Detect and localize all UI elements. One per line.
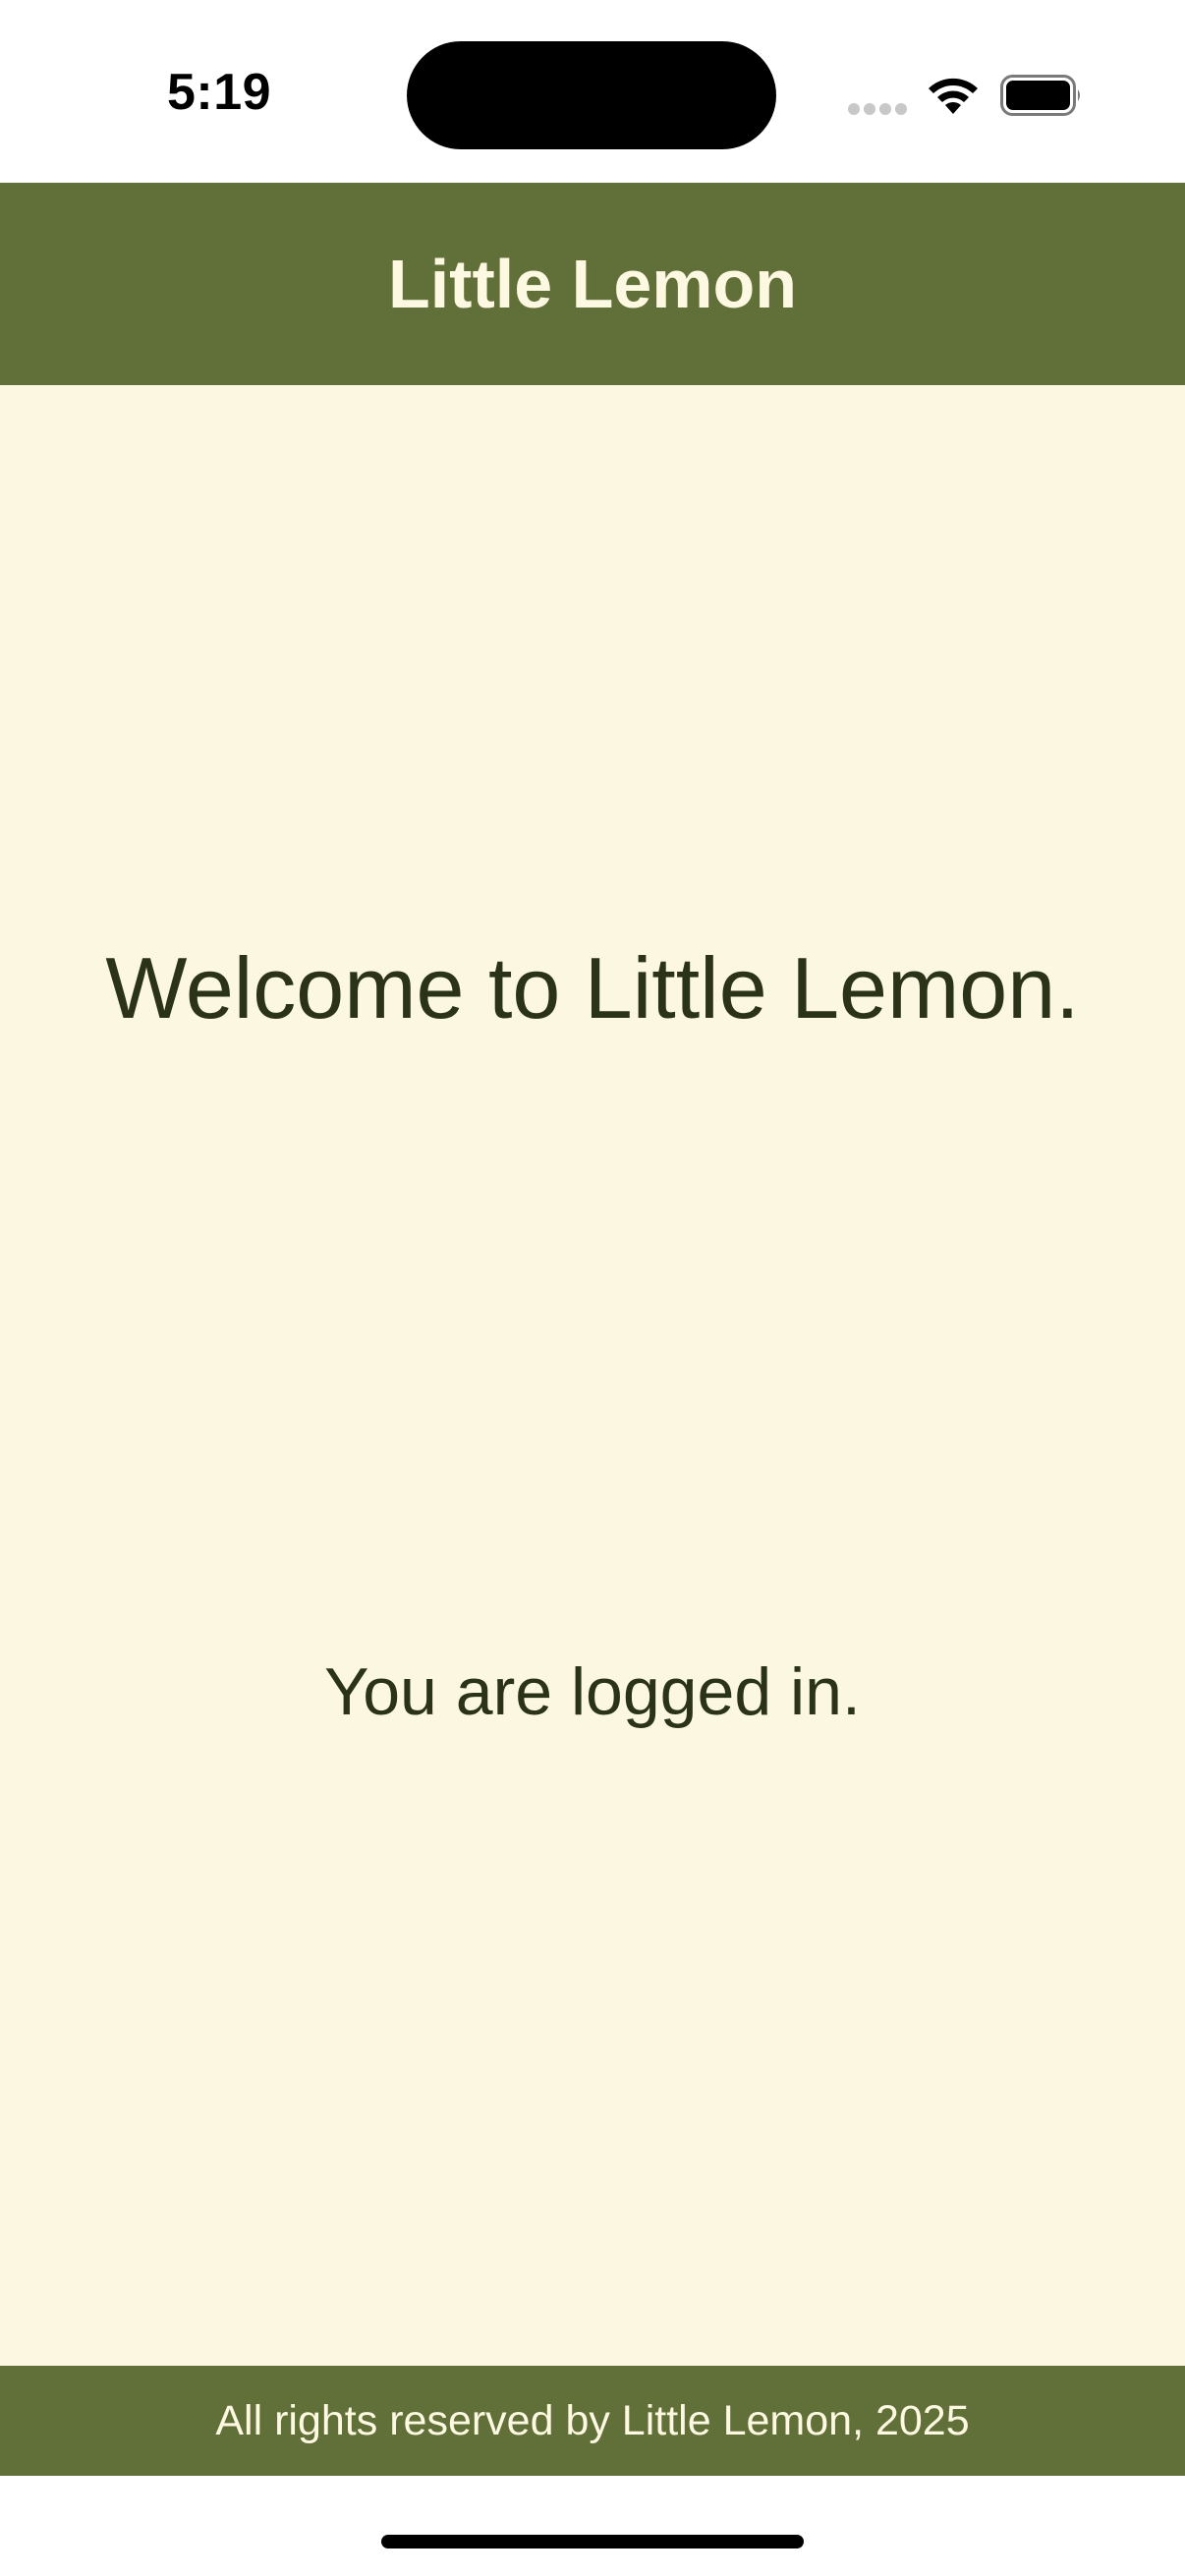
main-content: Welcome to Little Lemon. You are logged … [0,385,1185,2366]
welcome-heading: Welcome to Little Lemon. [105,939,1080,1036]
app-title: Little Lemon [387,246,798,322]
signal-dots-icon [848,103,907,115]
app-screen: 5:19 Little Lemon Welcome to Little Lemo… [0,0,1185,2576]
footer-copyright: All rights reserved by Little Lemon, 202… [215,2396,970,2444]
login-status-message: You are logged in. [324,1654,861,1729]
status-bar: 5:19 [0,0,1185,183]
home-indicator[interactable] [381,2535,804,2548]
app-header: Little Lemon [0,183,1185,385]
wifi-icon [929,78,978,114]
battery-icon [1000,75,1080,116]
status-time: 5:19 [167,64,272,121]
app-footer: All rights reserved by Little Lemon, 202… [0,2366,1185,2476]
dynamic-island [407,41,776,149]
